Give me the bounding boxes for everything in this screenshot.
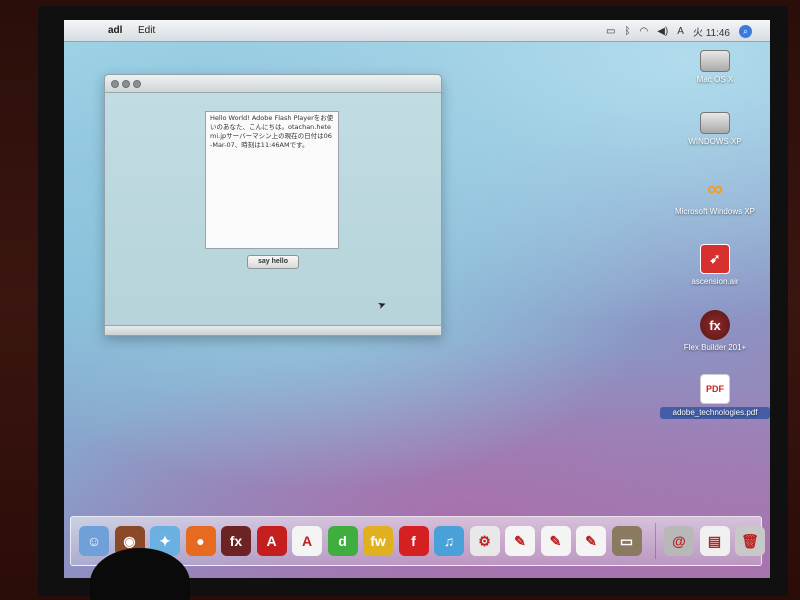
spotlight-icon[interactable]: ⌕ <box>739 25 752 38</box>
dock-item-flex-builder[interactable]: fx <box>221 526 251 556</box>
wifi-icon[interactable]: ◠ <box>640 26 649 37</box>
say-hello-button[interactable]: say hello <box>247 255 299 269</box>
desktop-icon-label: Mac OS X <box>696 75 734 84</box>
message-textarea[interactable]: Hello World! Adobe Flash Playerをお使いのあなた、… <box>205 111 339 249</box>
desktop: adl Edit ▭ ᛒ ◠ ◀) A 火 11:46 ⌕ Hello Worl… <box>64 20 770 578</box>
trash-icon: 🗑 <box>741 532 759 549</box>
menu-bar: adl Edit ▭ ᛒ ◠ ◀) A 火 11:46 ⌕ <box>64 20 770 42</box>
flex-builder-icon: fx <box>229 533 243 549</box>
zoom-button[interactable] <box>133 80 141 88</box>
dock-item-flash[interactable]: f <box>398 526 429 556</box>
dock-item-document-1[interactable]: ✎ <box>505 526 535 556</box>
dock-item-minimized-window[interactable]: ▭ <box>611 526 642 556</box>
firefox-icon: ● <box>196 533 205 549</box>
dock-separator <box>655 523 656 559</box>
dock-item-acrobat-reader[interactable]: A <box>292 526 322 556</box>
document-2-icon: ✎ <box>549 532 562 549</box>
dock-item-system-preferences[interactable]: ⚙ <box>469 526 500 556</box>
fireworks-icon: fw <box>370 533 386 549</box>
app-menu[interactable]: adl <box>108 25 122 36</box>
input-menu-icon[interactable]: A <box>677 26 684 37</box>
system-preferences-icon: ⚙ <box>478 532 491 549</box>
desktop-icon-label: Flex Builder 201+ <box>683 343 747 352</box>
dreamweaver-icon: d <box>338 533 347 549</box>
bluetooth-icon[interactable]: ᛒ <box>625 26 631 37</box>
flex-builder-icon: fx <box>700 310 730 340</box>
close-button[interactable] <box>111 80 119 88</box>
safari-icon: ✦ <box>159 532 171 549</box>
acrobat-reader-icon: A <box>301 533 313 549</box>
dock-item-trash[interactable]: 🗑 <box>735 526 765 556</box>
window-bottom-bar <box>105 325 441 335</box>
status-area: ▭ ᛒ ◠ ◀) A 火 11:46 ⌕ <box>606 24 752 39</box>
desktop-icon-label: WINDOWS XP <box>688 137 742 146</box>
desktop-icon-mac-os-x[interactable]: Mac OS X <box>660 42 770 85</box>
dock-item-document-3[interactable]: ✎ <box>576 526 606 556</box>
flash-icon: f <box>411 533 416 549</box>
mail-stack-icon: @ <box>672 533 686 549</box>
dock-item-finder[interactable]: ☺ <box>79 526 109 556</box>
dock-item-mail-stack[interactable]: @ <box>664 526 694 556</box>
desktop-icon-flex-builder[interactable]: fx Flex Builder 201+ <box>660 310 770 353</box>
dock-item-dreamweaver[interactable]: d <box>327 526 358 556</box>
air-package-icon: ➹ <box>700 244 730 274</box>
minimize-button[interactable] <box>122 80 130 88</box>
app-window: Hello World! Adobe Flash Playerをお使いのあなた、… <box>104 74 442 336</box>
desktop-icon-microsoft-windows-xp[interactable]: ∞ Microsoft Windows XP <box>660 174 770 217</box>
dock-item-document-2[interactable]: ✎ <box>540 526 571 556</box>
finder-icon: ☺ <box>86 533 102 549</box>
desktop-icon-label: Microsoft Windows XP <box>674 207 756 216</box>
dock-item-itunes[interactable]: ♫ <box>434 526 464 556</box>
dock-item-firefox[interactable]: ● <box>185 526 216 556</box>
window-titlebar[interactable] <box>105 75 441 93</box>
acrobat-icon: A <box>266 533 277 549</box>
desktop-icon-windows-xp-disk[interactable]: WINDOWS XP <box>660 104 770 147</box>
edit-menu[interactable]: Edit <box>138 25 155 36</box>
dock-item-acrobat[interactable]: A <box>256 526 287 556</box>
dock-item-downloads-stack[interactable]: ▤ <box>699 526 730 556</box>
itunes-icon: ♫ <box>443 533 455 549</box>
desktop-icon-adobe-technologies-pdf[interactable]: PDF adobe_technologies.pdf <box>660 374 770 419</box>
desktop-icon-ascension-air[interactable]: ➹ ascension.air <box>660 244 770 287</box>
pdf-icon: PDF <box>700 374 730 404</box>
parallels-vm-icon: ∞ <box>707 176 723 201</box>
hard-disk-icon <box>700 50 730 72</box>
desktop-icon-label: adobe_technologies.pdf <box>660 407 770 419</box>
dashboard-icon: ◉ <box>123 532 136 549</box>
minimized-window-icon: ▭ <box>619 532 634 549</box>
document-3-icon: ✎ <box>585 532 597 549</box>
desktop-icon-label: ascension.air <box>691 277 739 286</box>
dock-item-fireworks[interactable]: fw <box>363 526 393 556</box>
document-1-icon: ✎ <box>514 532 526 549</box>
downloads-stack-icon: ▤ <box>707 532 722 549</box>
hard-disk-icon <box>700 112 730 134</box>
display-icon[interactable]: ▭ <box>606 26 615 37</box>
volume-icon[interactable]: ◀) <box>657 26 668 37</box>
clock[interactable]: 火 11:46 <box>693 24 730 39</box>
